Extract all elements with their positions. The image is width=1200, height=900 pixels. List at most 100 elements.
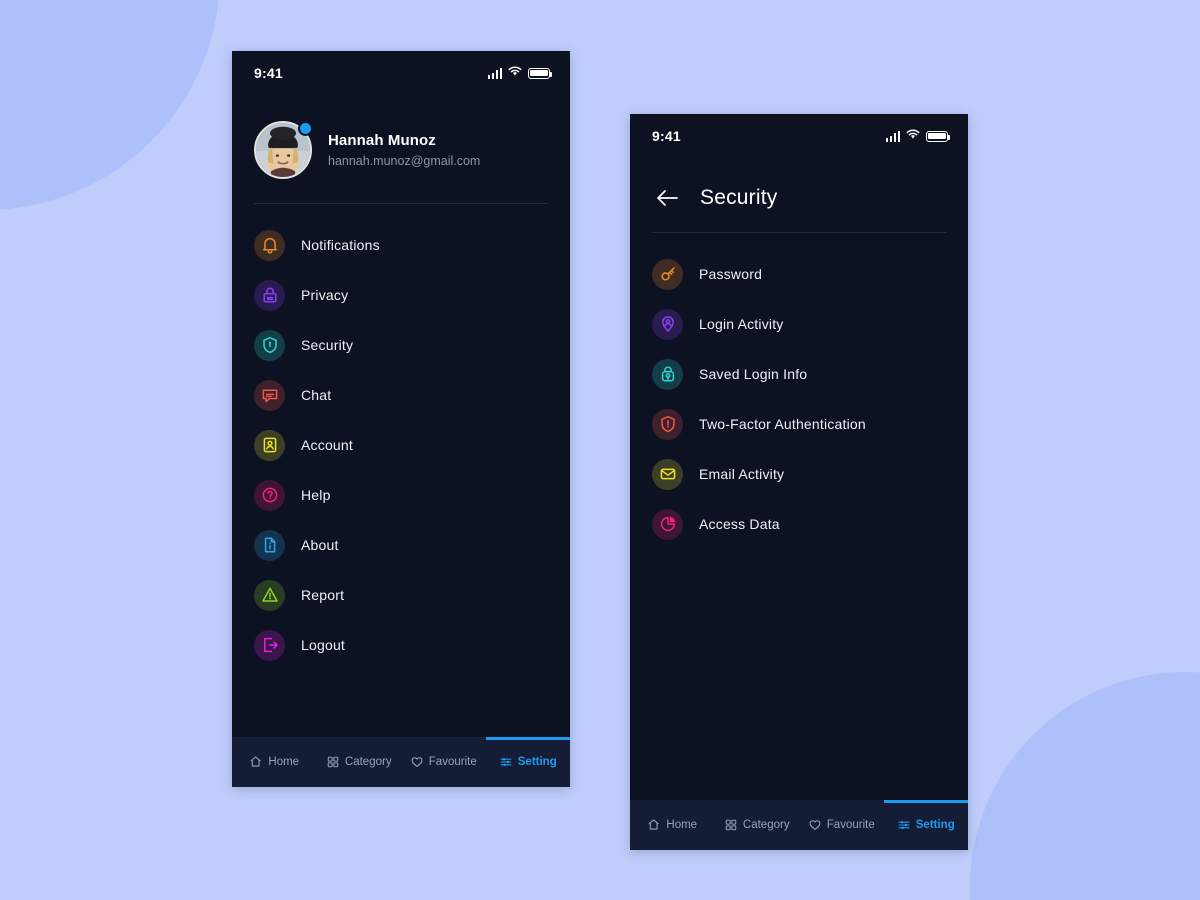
menu-item-label: About: [301, 537, 339, 553]
signal-bars-icon: [487, 67, 502, 79]
grid-icon: [724, 818, 738, 832]
status-bar: 9:41: [630, 114, 968, 158]
nav-item-label: Setting: [915, 819, 955, 831]
back-arrow-icon[interactable]: [656, 190, 678, 206]
menu-item-help[interactable]: Help: [232, 470, 570, 520]
menu-item-label: Notifications: [301, 237, 380, 253]
lock-icon: [254, 279, 285, 311]
nav-item-label: Category: [344, 756, 392, 768]
nav-item-label: Home: [268, 756, 300, 768]
security-spacer: [630, 549, 968, 800]
grid-icon: [326, 755, 340, 769]
background-circle-bottom-right: [970, 672, 1200, 900]
battery-icon: [926, 130, 951, 142]
bell-icon: [254, 229, 285, 261]
menu-item-login-activity[interactable]: Login Activity: [630, 299, 968, 349]
envelope-icon: [652, 458, 683, 490]
screenshot-canvas: 9:41 Hannah Munoz hannah.munoz@gmail.com…: [0, 0, 1200, 900]
id-card-icon: [254, 429, 285, 461]
wifi-icon: [508, 64, 522, 82]
nav-item-favourite[interactable]: Favourite: [799, 800, 884, 850]
pie-chart-icon: [652, 508, 683, 540]
menu-item-label: Access Data: [699, 516, 780, 532]
menu-item-label: Email Activity: [699, 466, 785, 482]
nav-item-label: Favourite: [826, 819, 875, 831]
map-pin-user-icon: [652, 308, 683, 340]
sliders-icon: [897, 818, 911, 832]
profile-email: hannah.munoz@gmail.com: [328, 154, 481, 168]
nav-item-label: Category: [742, 819, 790, 831]
battery-icon: [528, 67, 553, 79]
menu-item-label: Privacy: [301, 287, 349, 303]
settings-menu: Notifications Privacy Security Chat Account H…: [232, 204, 570, 670]
signal-bars-icon: [885, 130, 900, 142]
menu-item-privacy[interactable]: Privacy: [232, 270, 570, 320]
status-bar: 9:41: [232, 51, 570, 95]
background-circle-top-left: [0, 0, 220, 210]
security-screen: 9:41 Security Password Login Activity Save…: [630, 114, 968, 850]
shield-icon: [254, 329, 285, 361]
menu-item-logout[interactable]: Logout: [232, 620, 570, 670]
menu-item-email-activity[interactable]: Email Activity: [630, 449, 968, 499]
status-time: 9:41: [652, 128, 681, 144]
security-menu: Password Login Activity Saved Login Info Tw…: [630, 233, 968, 549]
nav-item-category[interactable]: Category: [317, 737, 402, 787]
nav-item-setting[interactable]: Setting: [883, 800, 969, 850]
settings-screen: 9:41 Hannah Munoz hannah.munoz@gmail.com…: [232, 51, 570, 787]
warning-icon: [254, 579, 285, 611]
menu-item-label: Saved Login Info: [699, 366, 808, 382]
shield-alert-icon: [652, 408, 683, 440]
profile-text: Hannah Munoz hannah.munoz@gmail.com: [328, 132, 480, 168]
menu-item-label: Login Activity: [699, 316, 784, 332]
menu-item-label: Account: [301, 437, 353, 453]
nav-item-label: Favourite: [428, 756, 477, 768]
menu-item-report[interactable]: Report: [232, 570, 570, 620]
nav-item-label: Home: [666, 819, 698, 831]
wifi-icon: [906, 127, 920, 145]
menu-item-notifications[interactable]: Notifications: [232, 220, 570, 270]
logout-icon: [254, 629, 285, 661]
key-icon: [652, 258, 683, 290]
lock-person-icon: [652, 358, 683, 390]
nav-item-setting[interactable]: Setting: [485, 737, 571, 787]
menu-item-access-data[interactable]: Access Data: [630, 499, 968, 549]
nav-item-label: Setting: [517, 756, 557, 768]
status-icons: [487, 64, 553, 82]
status-icons: [885, 127, 951, 145]
menu-item-about[interactable]: About: [232, 520, 570, 570]
status-time: 9:41: [254, 65, 283, 81]
question-icon: [254, 479, 285, 511]
sliders-icon: [499, 755, 513, 769]
bottom-navigation: Home Category Favourite Setting: [232, 737, 570, 787]
menu-item-label: Report: [301, 587, 345, 603]
document-icon: [254, 529, 285, 561]
heart-icon: [808, 818, 822, 832]
menu-item-password[interactable]: Password: [630, 249, 968, 299]
menu-item-label: Help: [301, 487, 331, 503]
avatar-wrapper[interactable]: [254, 121, 313, 179]
page-title: Security: [700, 186, 778, 209]
menu-item-chat[interactable]: Chat: [232, 370, 570, 420]
menu-item-label: Two-Factor Authentication: [699, 416, 866, 432]
settings-spacer: [232, 670, 570, 737]
profile-header[interactable]: Hannah Munoz hannah.munoz@gmail.com: [232, 95, 570, 179]
menu-item-label: Password: [699, 266, 763, 282]
nav-item-home[interactable]: Home: [232, 737, 317, 787]
heart-icon: [410, 755, 424, 769]
home-icon: [249, 755, 263, 769]
online-indicator: [298, 121, 313, 136]
menu-item-security[interactable]: Security: [232, 320, 570, 370]
menu-item-label: Chat: [301, 387, 332, 403]
home-icon: [647, 818, 661, 832]
nav-item-home[interactable]: Home: [630, 800, 715, 850]
nav-item-favourite[interactable]: Favourite: [401, 737, 486, 787]
bottom-navigation: Home Category Favourite Setting: [630, 800, 968, 850]
profile-name: Hannah Munoz: [328, 132, 436, 149]
security-header: Security: [630, 158, 968, 210]
menu-item-label: Logout: [301, 637, 346, 653]
chat-bubble-icon: [254, 379, 285, 411]
menu-item-two-factor-authentication[interactable]: Two-Factor Authentication: [630, 399, 968, 449]
nav-item-category[interactable]: Category: [715, 800, 800, 850]
menu-item-saved-login-info[interactable]: Saved Login Info: [630, 349, 968, 399]
menu-item-account[interactable]: Account: [232, 420, 570, 470]
